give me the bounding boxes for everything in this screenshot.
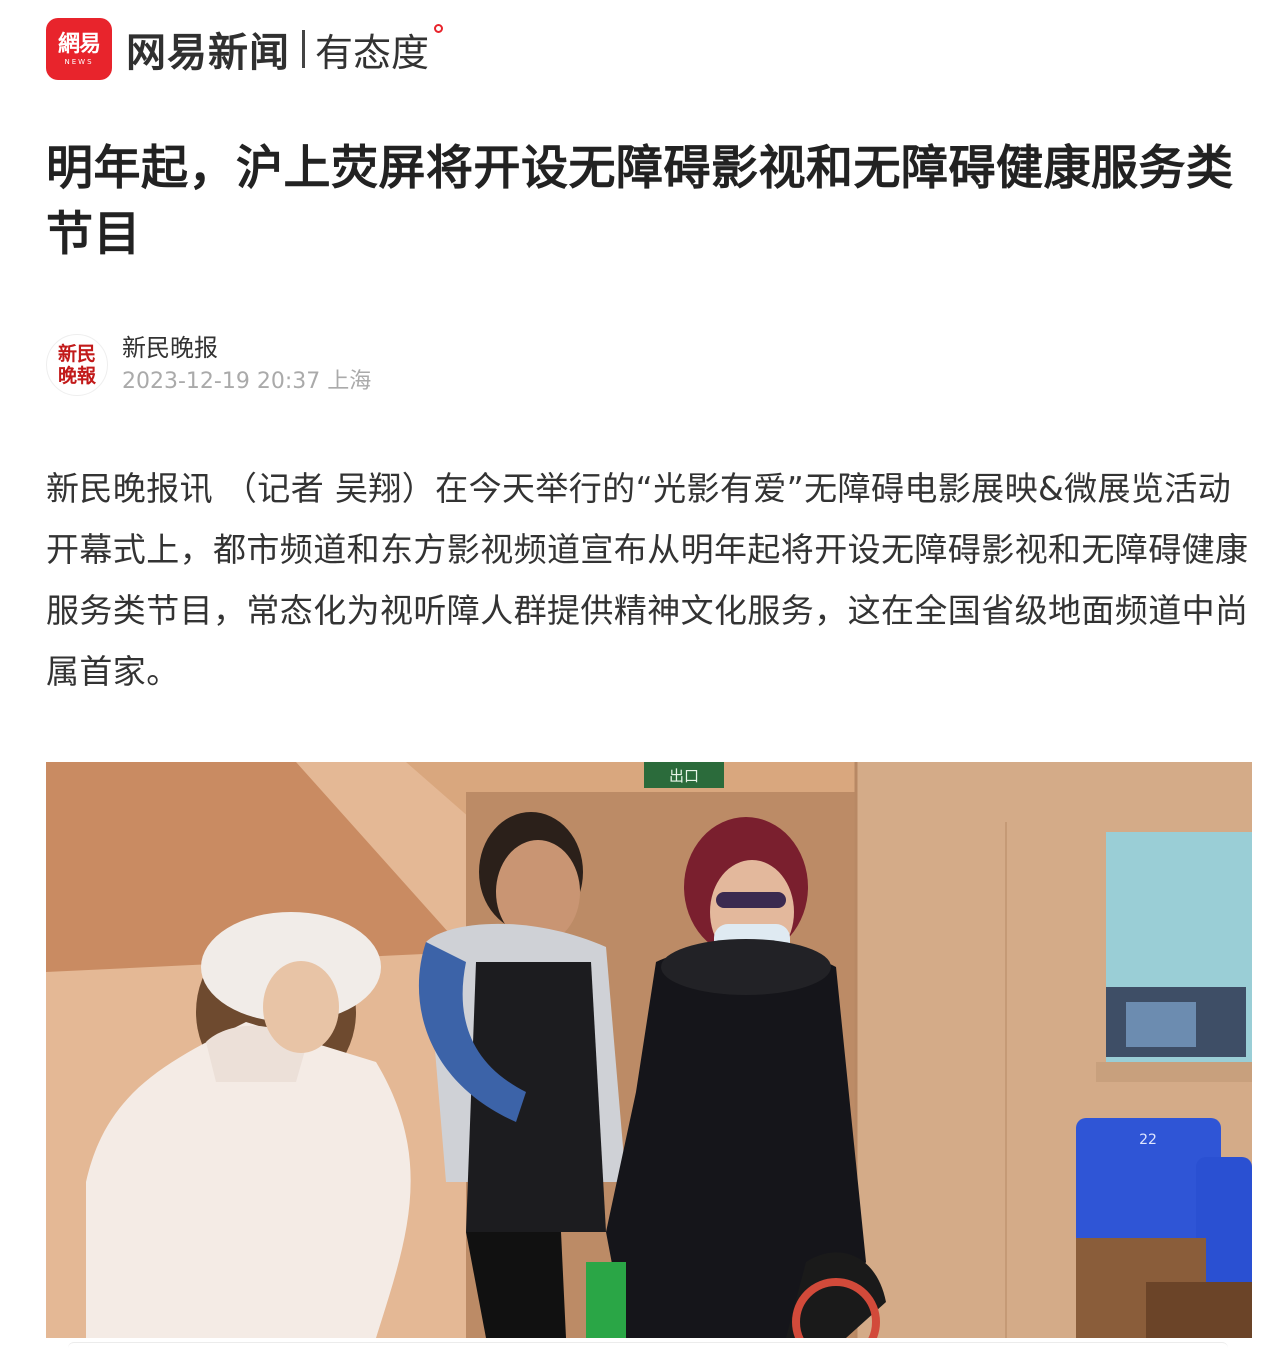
source-name[interactable]: 新民晚报	[122, 332, 371, 364]
publish-datetime: 2023-12-19 20:37 上海	[122, 369, 372, 394]
article-title: 明年起，沪上荧屏将开设无障碍影视和无障碍健康服务类节目	[46, 141, 1234, 262]
article-paragraph: 新民晚报讯 （记者 吴翔）在今天举行的“光影有爱”无障碍电影展映&微展览活动开幕…	[46, 469, 1249, 691]
exit-sign-text: 出口	[669, 767, 699, 785]
next-card-edge	[68, 1342, 1228, 1355]
seat-number-text: 22	[1139, 1132, 1157, 1148]
brand-name: 网易新闻	[126, 30, 290, 76]
logo-cn-text: 網易	[57, 30, 101, 57]
brand-slogan: 有态度	[315, 22, 444, 77]
netease-news-logo[interactable]: 網易 NEWS	[46, 18, 112, 80]
app-header: 網易 NEWS 网易新闻 有态度	[46, 18, 444, 80]
brand-slogan-text: 有态度	[315, 30, 430, 75]
source-avatar[interactable]: 新民晚報	[46, 334, 108, 396]
article-source: 新民晚報 新民晚报 2023-12-19 20:37 上海	[46, 332, 371, 398]
source-meta: 新民晚报 2023-12-19 20:37 上海	[122, 332, 371, 398]
brand-divider	[302, 30, 305, 68]
degree-mark-icon	[434, 23, 444, 33]
logo-en-text: NEWS	[64, 57, 94, 66]
source-avatar-logo: 新民晚報	[57, 343, 96, 387]
article-photo[interactable]: 出口 22	[46, 762, 1252, 1338]
photo-illustration: 出口 22	[46, 762, 1252, 1338]
